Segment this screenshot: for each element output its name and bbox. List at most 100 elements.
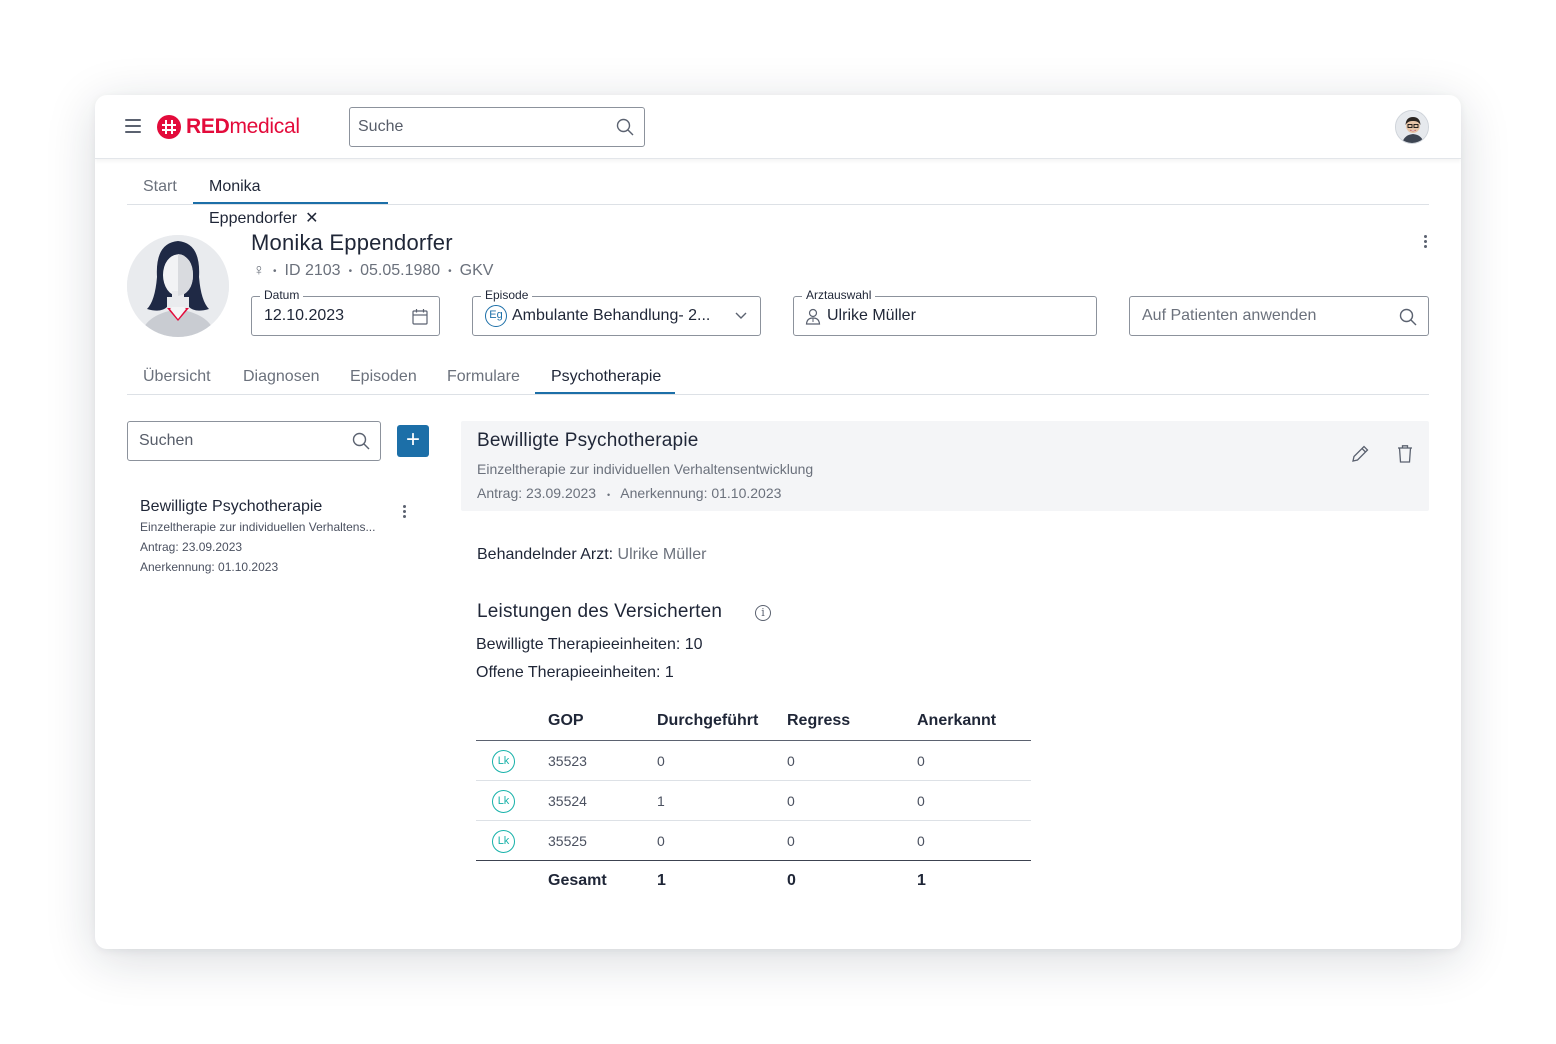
cell-regress: 0 (787, 833, 795, 849)
app-window: REDmedical Start Monika Eppendorfer ✕ (95, 95, 1461, 949)
cell-durchgefuehrt: 0 (657, 753, 665, 769)
close-icon[interactable]: ✕ (305, 210, 318, 227)
treating-doctor-value: Ulrike Müller (617, 546, 707, 563)
separator-dot: • (273, 265, 277, 277)
table-footer-row: Gesamt 1 0 1 (476, 861, 1031, 901)
cell-anerkannt: 0 (917, 753, 925, 769)
section-title-leistungen: Leistungen des Versicherten (477, 601, 723, 622)
footer-durchgefuehrt: 1 (657, 872, 666, 889)
therapy-search-input[interactable] (128, 422, 338, 460)
therapy-list-item-subtitle: Einzeltherapie zur individuellen Verhalt… (140, 520, 376, 534)
edit-pencil-icon[interactable] (1349, 443, 1371, 465)
lk-badge: Lk (492, 830, 515, 853)
table-row: Lk 35525 0 0 0 (476, 821, 1031, 861)
cell-gop: 35524 (548, 793, 587, 809)
add-therapy-button[interactable]: + (397, 425, 429, 457)
patient-more-icon[interactable] (1424, 235, 1428, 249)
tab-patient[interactable]: Monika Eppendorfer ✕ (193, 171, 388, 227)
brand-name-bold: RED (186, 115, 230, 138)
table-header-row: GOP Durchgeführt Regress Anerkannt (476, 701, 1031, 741)
cell-durchgefuehrt: 0 (657, 833, 665, 849)
episode-badge: Eg (485, 305, 507, 327)
footer-anerkannt: 1 (917, 872, 926, 889)
table-row: Lk 35523 0 0 0 (476, 741, 1031, 781)
chevron-down-icon[interactable] (735, 312, 747, 320)
patient-meta: ♀ • ID 2103 • 05.05.1980 • GKV (253, 262, 493, 280)
cell-regress: 0 (787, 793, 795, 809)
lk-badge: Lk (492, 750, 515, 773)
trash-icon[interactable] (1394, 443, 1416, 465)
patient-avatar (127, 235, 229, 337)
date-field-value: 12.10.2023 (264, 307, 345, 324)
approved-units: Bewilligte Therapieeinheiten: 10 (476, 636, 703, 653)
tab-patient-label: Monika Eppendorfer (209, 178, 298, 227)
brand-hash-icon (157, 115, 181, 139)
cell-gop: 35523 (548, 753, 587, 769)
date-field[interactable]: Datum 12.10.2023 (251, 288, 440, 336)
hamburger-menu-icon[interactable] (125, 119, 141, 133)
separator-dot: • (448, 265, 452, 277)
episode-select-value: Ambulante Behandlung- 2... (512, 307, 711, 325)
tab-psychotherapie-label: Psychotherapie (551, 368, 662, 385)
doctor-select-value: Ulrike Müller (827, 307, 916, 324)
therapy-list-item-antrag: Antrag: 23.09.2023 (140, 540, 243, 554)
tab-diagnosen[interactable]: Diagnosen (243, 361, 320, 394)
therapy-search (127, 421, 381, 461)
cell-anerkannt: 0 (917, 833, 925, 849)
brand-name-light: medical (229, 115, 300, 138)
open-units: Offene Therapieeinheiten: 1 (476, 664, 674, 681)
therapy-list-item[interactable]: Bewilligte Psychotherapie Einzeltherapie… (127, 491, 417, 581)
search-icon[interactable] (352, 432, 370, 450)
cell-durchgefuehrt: 1 (657, 793, 665, 809)
tab-episoden-label: Episoden (350, 368, 417, 385)
therapy-detail-subtitle: Einzeltherapie zur individuellen Verhalt… (477, 461, 814, 477)
tab-psychotherapie[interactable]: Psychotherapie (535, 361, 675, 394)
patient-insurance: GKV (459, 262, 494, 279)
col-header-anerkannt: Anerkannt (917, 712, 997, 729)
separator-dot: • (348, 265, 353, 277)
tab-formulare[interactable]: Formulare (447, 361, 520, 394)
female-gender-icon: ♀ (253, 262, 265, 279)
tab-start-label: Start (143, 178, 177, 195)
list-item-more-icon[interactable] (403, 505, 407, 519)
therapy-detail-title: Bewilligte Psychotherapie (477, 430, 699, 451)
tab-start[interactable]: Start (143, 171, 177, 204)
doctor-select[interactable]: Arztauswahl Ulrike Müller (793, 288, 1097, 336)
tab-diagnosen-label: Diagnosen (243, 368, 320, 385)
patient-id: ID 2103 (284, 262, 341, 279)
tab-episoden[interactable]: Episoden (350, 361, 417, 394)
patient-birthdate: 05.05.1980 (360, 262, 441, 279)
info-icon[interactable]: i (755, 605, 771, 621)
col-header-durchgefuehrt: Durchgeführt (657, 712, 759, 729)
tab-uebersicht[interactable]: Übersicht (143, 361, 211, 394)
global-search-input[interactable] (350, 108, 600, 146)
patient-tabs: Übersicht Diagnosen Episoden Formulare P… (127, 361, 1429, 395)
brand-logo[interactable]: REDmedical (157, 114, 300, 140)
therapy-detail-dates: Antrag: 23.09.2023 • Anerkennung: 01.10.… (477, 485, 782, 501)
cell-anerkannt: 0 (917, 793, 925, 809)
footer-label: Gesamt (548, 872, 607, 889)
search-icon[interactable] (616, 118, 634, 136)
doctor-select-label: Arztauswahl (802, 288, 876, 302)
episode-select[interactable]: Episode Eg Ambulante Behandlung- 2... (472, 288, 761, 336)
tab-uebersicht-label: Übersicht (143, 368, 211, 385)
services-table: GOP Durchgeführt Regress Anerkannt Lk 35… (476, 701, 1031, 901)
cell-gop: 35525 (548, 833, 587, 849)
tab-formulare-label: Formulare (447, 368, 520, 385)
calendar-icon[interactable] (412, 308, 428, 325)
therapy-detail-anerkennung: Anerkennung: 01.10.2023 (620, 485, 782, 501)
treating-doctor-label: Behandelnder Arzt: (477, 546, 614, 563)
treating-doctor: Behandelnder Arzt: Ulrike Müller (477, 546, 706, 564)
therapy-detail-header: Bewilligte Psychotherapie Einzeltherapie… (461, 421, 1429, 511)
date-field-label: Datum (260, 288, 304, 302)
user-avatar[interactable] (1395, 110, 1429, 144)
apply-to-patient-search[interactable]: Auf Patienten anwenden (1129, 296, 1429, 336)
therapy-list-item-anerkennung: Anerkennung: 01.10.2023 (140, 560, 279, 574)
episode-select-label: Episode (481, 288, 533, 302)
table-row: Lk 35524 1 0 0 (476, 781, 1031, 821)
lk-badge: Lk (492, 790, 515, 813)
therapy-list-item-title: Bewilligte Psychotherapie (140, 498, 323, 515)
footer-regress: 0 (787, 872, 796, 889)
apply-to-patient-placeholder: Auf Patienten anwenden (1142, 307, 1317, 324)
search-icon[interactable] (1399, 308, 1417, 326)
